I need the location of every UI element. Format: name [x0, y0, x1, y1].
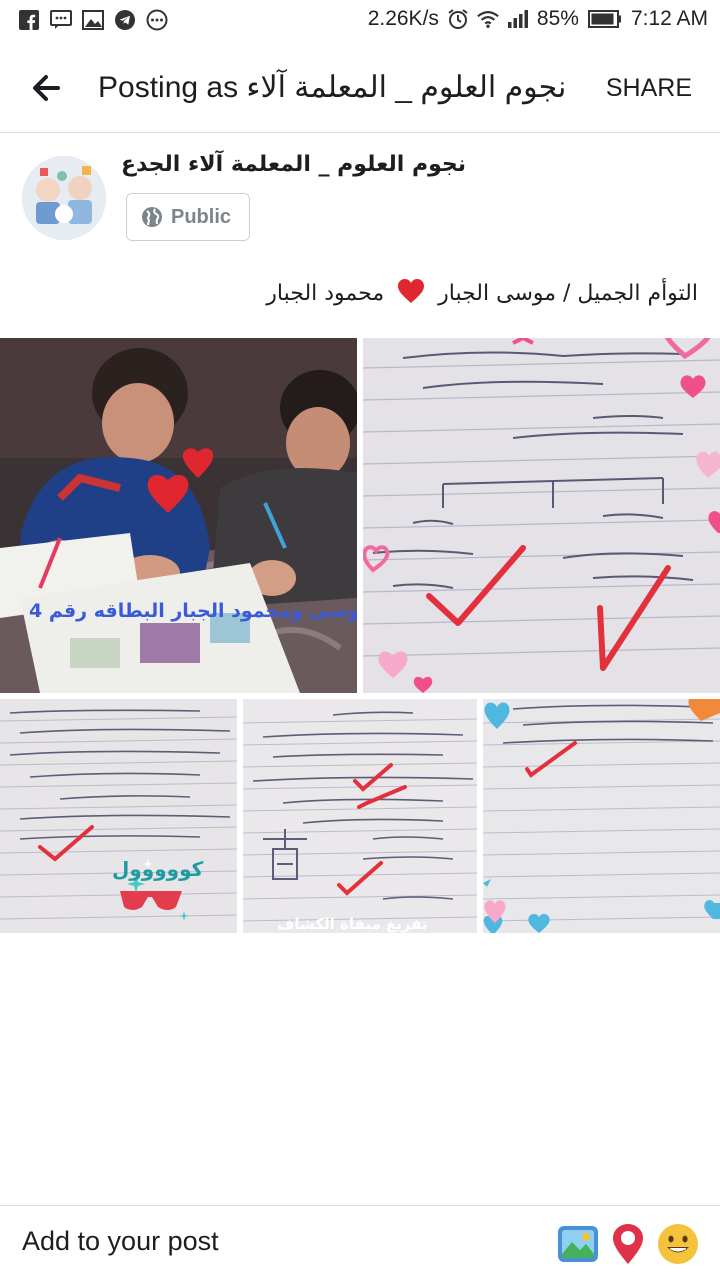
- clock: 7:12 AM: [630, 7, 708, 30]
- post-photo-1[interactable]: موسى ومحمود الجبار البطاقه رقم 4: [0, 338, 357, 693]
- back-arrow-icon: [33, 75, 60, 101]
- audience-label: Public: [171, 205, 232, 228]
- post-caption: التوأم الجميل / موسى الجبار محمود الجبار: [22, 278, 698, 310]
- post-photo-2[interactable]: [363, 338, 720, 693]
- system-status: 2.26K/s 85% 7:12 AM: [368, 7, 708, 31]
- red-heart-icon: [397, 278, 425, 310]
- location-pin-icon[interactable]: [606, 1222, 650, 1266]
- author-name[interactable]: نجوم العلوم _ المعلمة آلاء الجدع: [121, 152, 466, 177]
- app-bar: Posting as نجوم العلوم _ المعلمة آلاء...…: [0, 42, 720, 133]
- facebook-icon: [18, 9, 40, 31]
- author-block: نجوم العلوم _ المعلمة آلاء الجدع: [121, 152, 466, 192]
- gallery-icon: [82, 9, 104, 31]
- posting-as-title: Posting as نجوم العلوم _ المعلمة آلاء...: [98, 71, 568, 104]
- photo-3-sticker-text: كووووول: [112, 857, 204, 881]
- alarm-icon: [447, 8, 469, 30]
- status-bar: 2.26K/s 85% 7:12 AM: [0, 0, 720, 42]
- notification-icons: [18, 9, 168, 31]
- globe-icon: [142, 207, 162, 227]
- message-icon: [50, 9, 72, 31]
- add-to-post-bar[interactable]: Add to your post: [0, 1205, 720, 1281]
- battery-icon: [587, 8, 623, 30]
- caption-text-2: محمود الجبار: [266, 281, 385, 306]
- emoji-icon[interactable]: [656, 1222, 700, 1266]
- post-photo-3[interactable]: كووووول: [0, 699, 237, 933]
- post-photo-4[interactable]: تفريغ مبقاة الكشاف: [243, 699, 477, 933]
- add-to-post-label[interactable]: Add to your post: [22, 1226, 219, 1257]
- post-photo-5[interactable]: [483, 699, 720, 933]
- more-dots-icon: [146, 9, 168, 31]
- signal-icon: [507, 8, 529, 30]
- avatar[interactable]: [22, 156, 106, 240]
- share-button[interactable]: SHARE: [606, 74, 692, 103]
- photo-1-overlay-text: موسى ومحمود الجبار البطاقه رقم 4: [28, 600, 357, 622]
- telegram-icon: [114, 9, 136, 31]
- wifi-icon: [477, 8, 499, 30]
- audience-selector[interactable]: Public: [126, 193, 250, 241]
- battery-percent: 85%: [536, 7, 579, 30]
- network-speed: 2.26K/s: [367, 7, 439, 30]
- back-button[interactable]: [28, 70, 68, 106]
- photo-4-bottom-text: تفريغ مبقاة الكشاف: [277, 915, 428, 933]
- caption-text-1: التوأم الجميل / موسى الجبار: [438, 281, 698, 306]
- photo-icon[interactable]: [556, 1222, 600, 1266]
